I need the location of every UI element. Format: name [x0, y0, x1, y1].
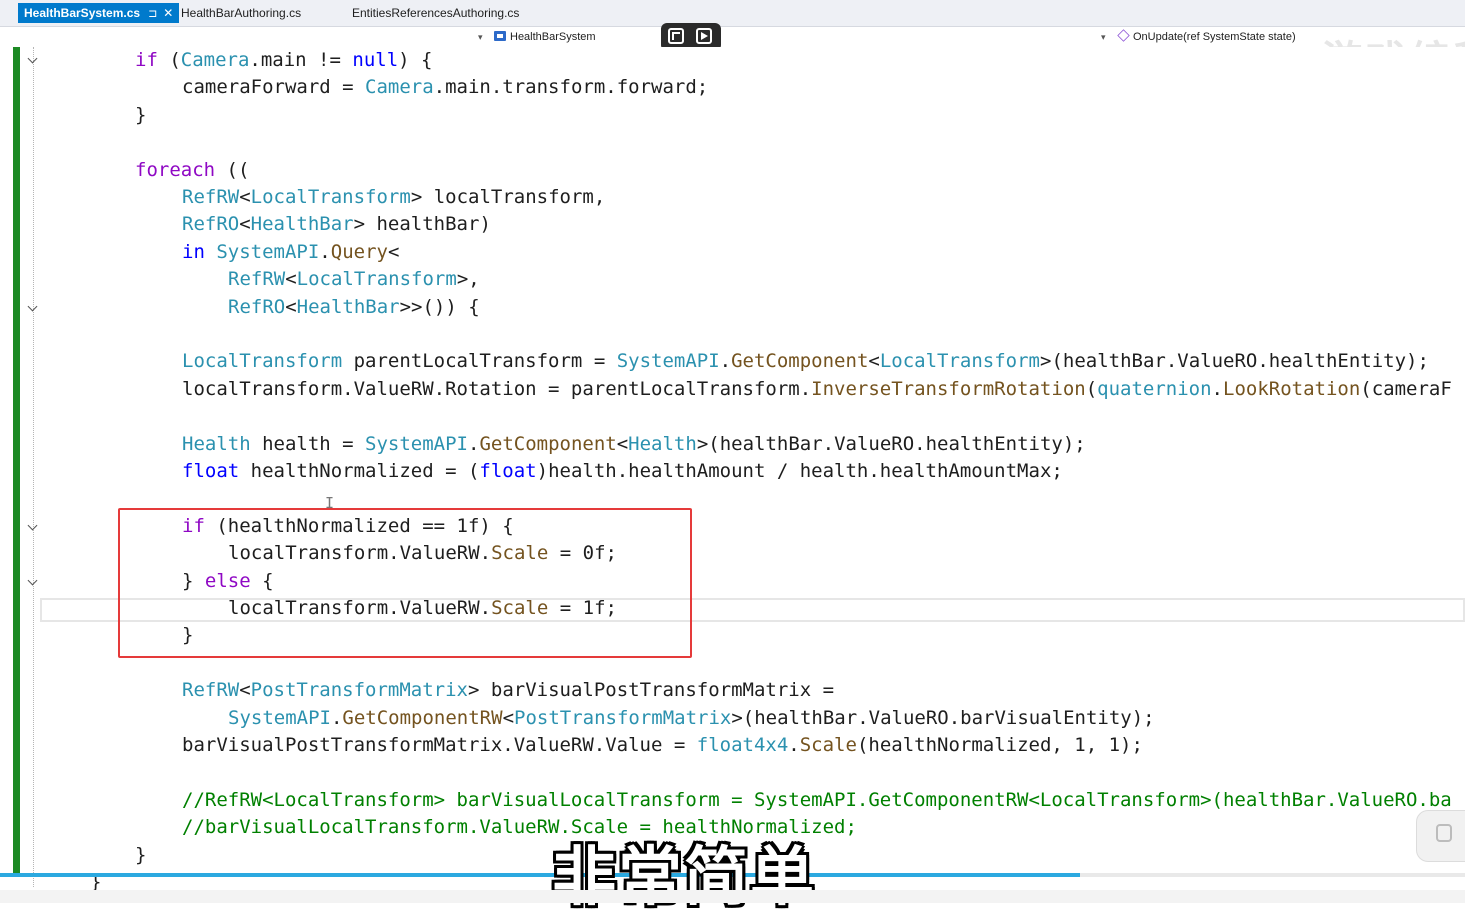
code-line[interactable]: foreach (( — [135, 157, 249, 184]
code-line[interactable]: RefRW<PostTransformMatrix> barVisualPost… — [182, 677, 834, 704]
class-icon — [494, 31, 506, 41]
outline-guide — [33, 47, 34, 887]
player-control-strip — [0, 890, 1465, 903]
code-editor[interactable]: if (Camera.main != null) {cameraForward … — [0, 47, 1465, 903]
annotation-box — [118, 508, 692, 658]
type-dropdown-label: HealthBarSystem — [510, 31, 596, 43]
tab-label: EntitiesReferencesAuthoring.cs — [352, 6, 520, 20]
code-line[interactable]: } — [135, 102, 146, 129]
code-line[interactable]: in SystemAPI.Query< — [182, 239, 399, 266]
player-side-button[interactable] — [1416, 810, 1465, 862]
project-dropdown-caret[interactable]: ▾ — [478, 29, 483, 45]
tab-label: HealthBarSystem.cs — [24, 6, 141, 20]
code-line[interactable]: LocalTransform parentLocalTransform = Sy… — [182, 348, 1429, 375]
document-tab-bar: HealthBarSystem.cs ⊐ ✕ HealthBarAuthoring.… — [0, 0, 1465, 27]
code-line[interactable]: if (Camera.main != null) { — [135, 47, 432, 74]
tab-healthbarauthoring[interactable]: HealthBarAuthoring.cs — [181, 3, 301, 23]
popout-player-icon[interactable] — [696, 28, 712, 44]
change-tracking-bar — [13, 47, 20, 873]
collapse-icon[interactable] — [26, 53, 40, 67]
code-line[interactable]: RefRW<LocalTransform>, — [228, 266, 480, 293]
text-cursor-icon: I — [325, 494, 335, 512]
code-line[interactable]: RefRW<LocalTransform> localTransform, — [182, 184, 605, 211]
pin-icon[interactable]: ⊐ — [148, 8, 157, 20]
tab-healthbarsystem[interactable]: HealthBarSystem.cs ⊐ ✕ — [18, 3, 180, 23]
code-line[interactable]: Health health = SystemAPI.GetComponent<H… — [182, 431, 1086, 458]
code-line[interactable]: barVisualPostTransformMatrix.ValueRW.Val… — [182, 732, 1143, 759]
picture-in-picture-icon[interactable] — [668, 28, 684, 44]
code-line[interactable]: SystemAPI.GetComponentRW<PostTransformMa… — [228, 705, 1155, 732]
code-line[interactable]: localTransform.ValueRW.Rotation = parent… — [182, 376, 1452, 403]
tab-entitiesreferencesauthoring[interactable]: EntitiesReferencesAuthoring.cs — [352, 3, 519, 23]
tab-label: HealthBarAuthoring.cs — [181, 6, 302, 20]
code-line[interactable]: RefRO<HealthBar> healthBar) — [182, 211, 491, 238]
code-line[interactable]: float healthNormalized = (float)health.h… — [182, 458, 1063, 485]
collapse-icon[interactable] — [26, 520, 40, 534]
type-dropdown[interactable]: HealthBarSystem — [494, 29, 596, 45]
code-line[interactable]: RefRO<HealthBar>>()) { — [228, 294, 480, 321]
collapse-icon[interactable] — [26, 575, 40, 589]
code-line[interactable]: cameraForward = Camera.main.transform.fo… — [182, 74, 708, 101]
code-line[interactable]: //RefRW<LocalTransform> barVisualLocalTr… — [182, 787, 1452, 814]
close-icon[interactable]: ✕ — [163, 6, 173, 20]
type-dropdown-caret[interactable]: ▾ — [1101, 29, 1106, 45]
video-progress-fill — [0, 873, 1080, 877]
collapse-icon[interactable] — [26, 301, 40, 315]
code-line[interactable]: } — [135, 842, 146, 869]
method-icon — [1117, 29, 1130, 42]
subtitle: 非常简单 — [552, 841, 816, 915]
